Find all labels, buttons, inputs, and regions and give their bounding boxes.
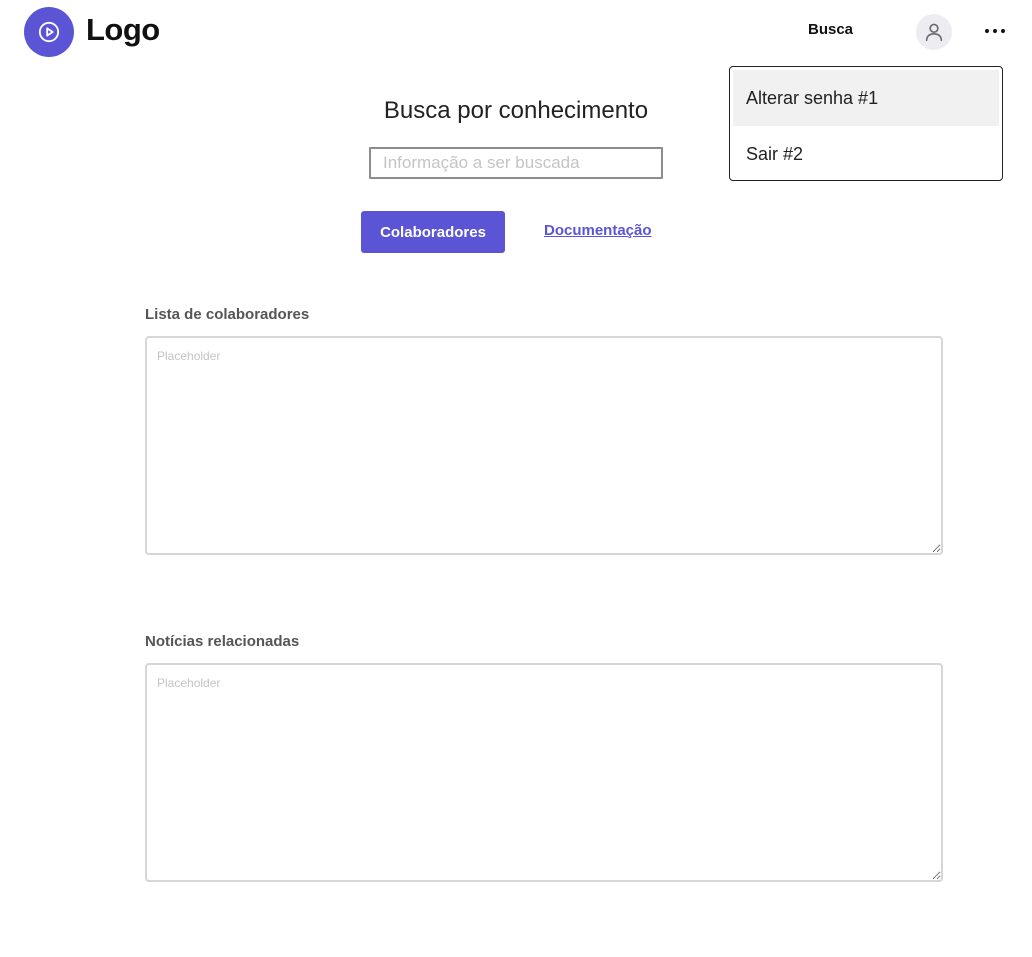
- documentacao-link[interactable]: Documentação: [544, 222, 652, 239]
- logo-badge[interactable]: [24, 7, 74, 57]
- page-title: Busca por conhecimento: [383, 97, 649, 124]
- avatar-button[interactable]: [916, 14, 952, 50]
- noticias-textarea[interactable]: [145, 663, 943, 882]
- nav-busca-link[interactable]: Busca: [808, 21, 853, 38]
- menu-item-sair[interactable]: Sair #2: [733, 126, 999, 182]
- more-menu-button[interactable]: [980, 16, 1010, 46]
- noticias-label: Notícias relacionadas: [145, 633, 300, 650]
- page: Logo Busca Alterar senha #1 Sair #2 Busc…: [0, 0, 1032, 957]
- colaboradores-label: Lista de colaboradores: [145, 306, 310, 323]
- play-circle-icon: [38, 21, 60, 43]
- more-horizontal-icon: [985, 29, 1005, 33]
- colaboradores-textarea[interactable]: [145, 336, 943, 555]
- logo-text[interactable]: Logo: [86, 12, 160, 48]
- colaboradores-button[interactable]: Colaboradores: [361, 211, 505, 253]
- user-icon: [925, 23, 943, 42]
- search-input[interactable]: [369, 147, 663, 179]
